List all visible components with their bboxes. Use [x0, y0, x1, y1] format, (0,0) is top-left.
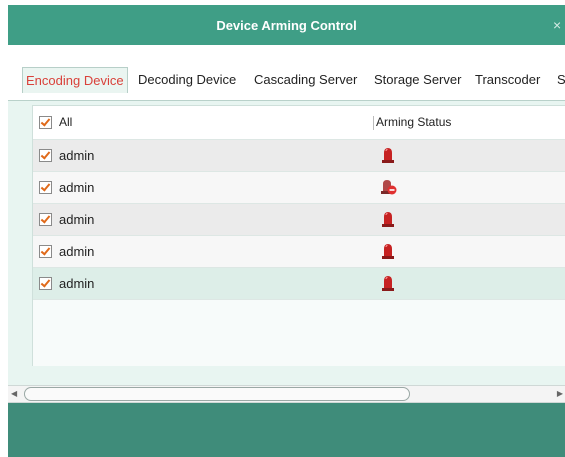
tab-storage-server[interactable]: Storage Server — [374, 69, 461, 91]
table-header-row: All Arming Status — [33, 106, 565, 140]
dialog-title: Device Arming Control — [216, 18, 357, 33]
alarm-disarmed-icon — [381, 180, 397, 195]
device-table: All Arming Status admin admin admin admi… — [32, 105, 565, 366]
column-divider[interactable] — [373, 116, 374, 130]
alarm-armed-icon — [382, 212, 394, 227]
select-all-checkbox[interactable] — [39, 116, 52, 129]
dialog-footer — [8, 403, 565, 457]
row-checkbox[interactable] — [39, 277, 52, 290]
device-arming-control-dialog: Device Arming Control × Encoding Device … — [8, 5, 565, 457]
alarm-armed-icon — [382, 244, 394, 259]
row-checkbox[interactable] — [39, 181, 52, 194]
tab-cascading-server[interactable]: Cascading Server — [254, 69, 357, 91]
device-type-tabs: Encoding Device Decoding Device Cascadin… — [8, 45, 565, 101]
scroll-right-arrow-icon[interactable]: ▶ — [557, 389, 563, 398]
row-checkbox[interactable] — [39, 213, 52, 226]
device-name: admin — [59, 212, 95, 227]
device-name: admin — [59, 276, 95, 291]
row-checkbox[interactable] — [39, 149, 52, 162]
device-name: admin — [59, 148, 95, 163]
tab-transcoder[interactable]: Transcoder — [475, 69, 540, 91]
table-row-selected[interactable]: admin — [33, 268, 565, 300]
alarm-armed-icon — [382, 148, 394, 163]
table-row[interactable]: admin — [33, 140, 565, 172]
tab-content: All Arming Status admin admin admin admi… — [8, 101, 565, 371]
select-all-label: All — [59, 115, 73, 129]
scrollbar-thumb[interactable] — [24, 387, 410, 401]
alarm-armed-icon — [382, 276, 394, 291]
tab-decoding-device[interactable]: Decoding Device — [138, 69, 236, 91]
table-row[interactable]: admin — [33, 172, 565, 204]
horizontal-scrollbar[interactable]: ◀ ▶ — [8, 385, 565, 403]
scroll-left-arrow-icon[interactable]: ◀ — [11, 389, 17, 398]
close-icon[interactable]: × — [553, 17, 565, 33]
arming-status-column-header[interactable]: Arming Status — [376, 115, 451, 129]
device-name: admin — [59, 244, 95, 259]
device-name: admin — [59, 180, 95, 195]
row-checkbox[interactable] — [39, 245, 52, 258]
table-row[interactable]: admin — [33, 236, 565, 268]
title-bar: Device Arming Control × — [8, 5, 565, 45]
tab-encoding-device[interactable]: Encoding Device — [22, 67, 128, 93]
table-row[interactable]: admin — [33, 204, 565, 236]
tab-more[interactable]: S — [557, 69, 565, 91]
